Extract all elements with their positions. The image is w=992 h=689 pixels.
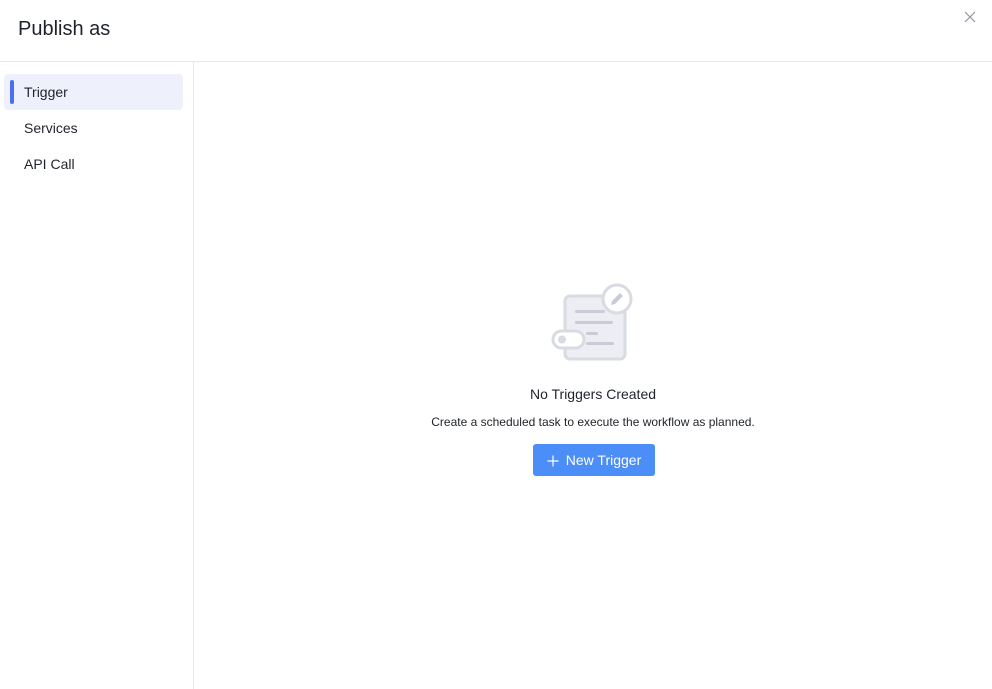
document-edit-icon [550,283,638,363]
sidebar-item-api-call[interactable]: API Call [4,146,183,182]
active-indicator [10,80,14,104]
new-trigger-button[interactable]: New Trigger [533,444,655,476]
dialog-title: Publish as [18,18,111,40]
sidebar-item-label: API Call [24,156,75,172]
plus-icon [547,454,559,467]
main-panel: No Triggers Created Create a scheduled t… [194,62,992,689]
sidebar: Trigger Services API Call [0,62,194,689]
empty-state-description: Create a scheduled task to execute the w… [431,415,755,429]
sidebar-item-label: Services [24,120,78,136]
new-trigger-label: New Trigger [565,452,642,468]
sidebar-item-trigger[interactable]: Trigger [4,74,183,110]
sidebar-item-services[interactable]: Services [4,110,183,146]
sidebar-item-label: Trigger [24,84,68,100]
empty-state-title: No Triggers Created [529,386,657,402]
publish-dialog: Publish as Trigger Services API Call No … [0,0,992,689]
close-icon[interactable] [962,9,978,25]
dialog-header: Publish as [0,0,992,62]
